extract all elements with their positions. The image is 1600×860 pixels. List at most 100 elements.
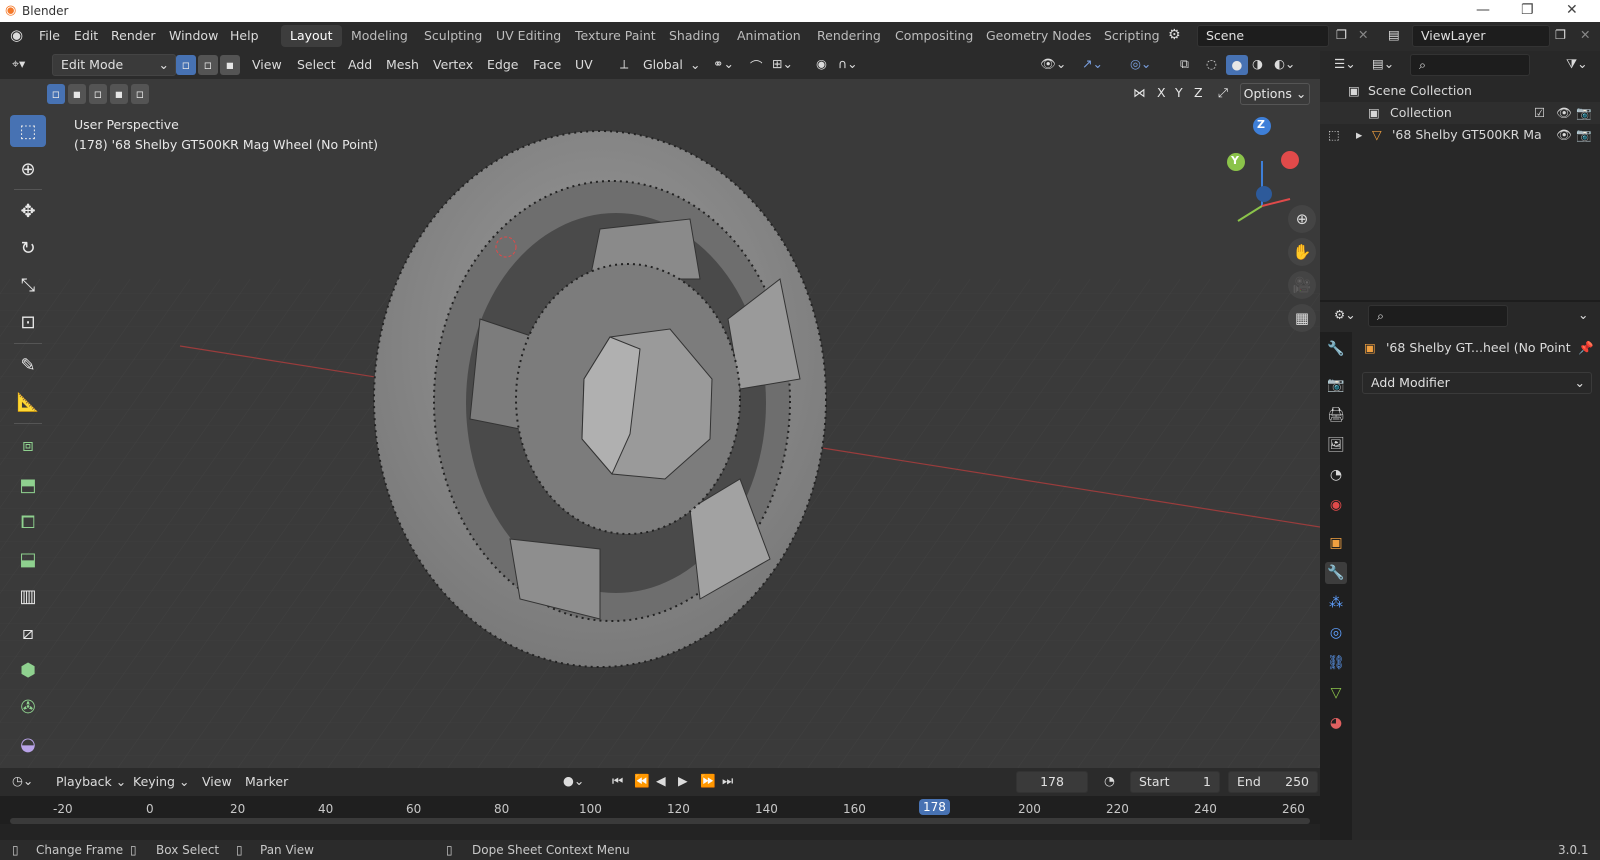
add-cube-tool-icon[interactable]: ⧈ bbox=[10, 429, 46, 461]
bevel-tool-icon[interactable]: ⬓ bbox=[10, 543, 46, 575]
particles-tab-icon[interactable]: ⁂ bbox=[1325, 592, 1347, 614]
solid-shading-button[interactable]: ● bbox=[1226, 55, 1248, 75]
menu-file[interactable]: File bbox=[39, 28, 60, 43]
rotate-tool-icon[interactable]: ↻ bbox=[10, 232, 46, 264]
mirror-z-toggle[interactable]: Z bbox=[1194, 85, 1203, 100]
eye-icon[interactable]: 👁 bbox=[1556, 124, 1572, 146]
rendered-shading-icon[interactable]: ◐⌄ bbox=[1274, 56, 1295, 71]
select-box-tool-icon[interactable]: ⬚ bbox=[10, 115, 46, 147]
render-tab-icon[interactable]: 📷 bbox=[1325, 374, 1347, 396]
menu-select[interactable]: Select bbox=[297, 57, 336, 72]
menu-edit[interactable]: Edit bbox=[74, 28, 98, 43]
transform-tool-icon[interactable]: ⊡ bbox=[10, 306, 46, 338]
box-select-extend-button[interactable]: ▪ bbox=[68, 84, 86, 104]
tab-layout[interactable]: Layout bbox=[281, 25, 342, 47]
menu-timeline-view[interactable]: View bbox=[202, 774, 232, 789]
blender-menu-icon[interactable]: ◉ bbox=[10, 26, 23, 44]
scene-tab-icon[interactable]: ◔ bbox=[1325, 464, 1347, 486]
xray-icon[interactable]: ⧉ bbox=[1180, 56, 1189, 72]
gizmo-toggle-icon[interactable]: ↗⌄ bbox=[1082, 56, 1103, 71]
current-frame-field[interactable]: 178 bbox=[1016, 771, 1088, 793]
chevron-down-icon[interactable]: ⌄ bbox=[1578, 307, 1588, 322]
jump-keyframe-forward-icon[interactable]: ⏩ bbox=[700, 773, 716, 789]
ortho-toggle-icon[interactable]: ▦ bbox=[1288, 304, 1316, 332]
snap-icon[interactable]: ⌒ bbox=[750, 56, 763, 75]
menu-vertex[interactable]: Vertex bbox=[433, 57, 473, 72]
camera-view-icon[interactable]: 🎥 bbox=[1288, 271, 1316, 299]
menu-edge[interactable]: Edge bbox=[487, 57, 518, 72]
viewport-scene[interactable] bbox=[0, 79, 1320, 768]
modifier-tab-icon[interactable]: 🔧 bbox=[1325, 562, 1347, 584]
tab-sculpting[interactable]: Sculpting bbox=[415, 25, 491, 47]
extrude-tool-icon[interactable]: ⬒ bbox=[10, 469, 46, 501]
edit-mode-icon[interactable]: ⬚ bbox=[1328, 124, 1340, 146]
world-tab-icon[interactable]: ◉ bbox=[1325, 494, 1347, 516]
gizmo-neg-z-handle[interactable] bbox=[1256, 186, 1272, 202]
new-viewlayer-icon[interactable]: ❐ bbox=[1555, 27, 1566, 42]
poly-build-tool-icon[interactable]: ⬢ bbox=[10, 654, 46, 686]
annotate-tool-icon[interactable]: ✎ bbox=[10, 349, 46, 381]
measure-tool-icon[interactable]: 📐 bbox=[10, 386, 46, 418]
start-frame-field[interactable]: Start 1 bbox=[1130, 771, 1220, 793]
menu-keying[interactable]: Keying ⌄ bbox=[133, 774, 189, 789]
box-select-new-button[interactable]: ▫ bbox=[47, 84, 65, 104]
timeline-scrollbar[interactable] bbox=[10, 818, 1310, 824]
new-scene-icon[interactable]: ❐ bbox=[1336, 27, 1347, 42]
pivot-point-icon[interactable]: ⚭⌄ bbox=[713, 56, 734, 71]
tab-uv-editing[interactable]: UV Editing bbox=[487, 25, 570, 47]
tab-animation[interactable]: Animation bbox=[728, 25, 810, 47]
scene-icon[interactable]: ⚙ bbox=[1168, 27, 1181, 43]
physics-tab-icon[interactable]: ◎ bbox=[1325, 622, 1347, 644]
scene-collection-row[interactable]: ▣ Scene Collection bbox=[1320, 80, 1600, 102]
properties-search-input[interactable]: ⌕ bbox=[1368, 305, 1508, 327]
menu-face[interactable]: Face bbox=[533, 57, 561, 72]
mirror-icon[interactable]: ⋈ bbox=[1133, 85, 1146, 100]
add-modifier-dropdown[interactable]: Add Modifier ⌄ bbox=[1362, 372, 1592, 394]
knife-tool-icon[interactable]: ⧄ bbox=[10, 617, 46, 649]
options-dropdown[interactable]: Options ⌄ bbox=[1240, 83, 1310, 105]
smooth-tool-icon[interactable]: ◒ bbox=[10, 728, 46, 760]
menu-marker[interactable]: Marker bbox=[245, 774, 288, 789]
playhead-frame[interactable]: 178 bbox=[919, 799, 950, 815]
editor-type-icon[interactable]: ⌖▾ bbox=[12, 56, 25, 72]
spin-tool-icon[interactable]: ✇ bbox=[10, 691, 46, 723]
orientation-select[interactable]: Global bbox=[643, 57, 683, 72]
tool-tab-icon[interactable]: 🔧 bbox=[1325, 338, 1347, 360]
minimize-icon[interactable]: — bbox=[1476, 2, 1490, 18]
box-select-subtract-button[interactable]: ▫ bbox=[89, 84, 107, 104]
frame-ruler[interactable]: -20 0 20 40 60 80 100 120 140 160 178 20… bbox=[0, 796, 1320, 824]
menu-help[interactable]: Help bbox=[230, 28, 259, 43]
jump-keyframe-back-icon[interactable]: ⏪ bbox=[634, 773, 650, 789]
properties-editor-type-icon[interactable]: ⚙⌄ bbox=[1334, 307, 1356, 322]
menu-render[interactable]: Render bbox=[111, 28, 156, 43]
box-select-invert-button[interactable]: ▪ bbox=[110, 84, 128, 104]
box-select-intersect-button[interactable]: ▫ bbox=[131, 84, 149, 104]
wheel-mesh[interactable] bbox=[373, 130, 827, 668]
cursor-tool-icon[interactable]: ⊕ bbox=[10, 153, 46, 185]
snap-target-icon[interactable]: ⊞⌄ bbox=[772, 56, 793, 71]
play-icon[interactable]: ▶ bbox=[678, 773, 688, 788]
viewlayer-field[interactable]: ViewLayer bbox=[1412, 25, 1550, 47]
remove-viewlayer-icon[interactable]: ✕ bbox=[1580, 27, 1590, 42]
menu-add[interactable]: Add bbox=[348, 57, 372, 72]
outliner-search-input[interactable]: ⌕ bbox=[1410, 54, 1530, 76]
face-select-mode-button[interactable]: ▪ bbox=[220, 55, 240, 75]
tab-rendering[interactable]: Rendering bbox=[808, 25, 890, 47]
mirror-x-toggle[interactable]: X bbox=[1157, 85, 1166, 100]
transform-orientation-icon[interactable]: ⟂ bbox=[620, 56, 628, 72]
vertex-select-mode-button[interactable]: ▫ bbox=[176, 55, 196, 75]
proportional-editing-icon[interactable]: ◉ bbox=[816, 56, 827, 71]
play-reverse-icon[interactable]: ◀ bbox=[656, 773, 666, 788]
loop-cut-tool-icon[interactable]: ▥ bbox=[10, 580, 46, 612]
pin-icon[interactable]: 📌 bbox=[1578, 340, 1594, 356]
overlay-toggle-icon[interactable]: ◎⌄ bbox=[1130, 56, 1151, 71]
maximize-icon[interactable]: ❐ bbox=[1521, 2, 1534, 18]
viewlayer-icon[interactable]: ▤ bbox=[1388, 27, 1400, 42]
data-tab-icon[interactable]: ▽ bbox=[1325, 682, 1347, 704]
tab-texture-paint[interactable]: Texture Paint bbox=[566, 25, 665, 47]
checkbox-icon[interactable]: ☑ bbox=[1534, 102, 1545, 124]
camera-icon[interactable]: 📷 bbox=[1576, 102, 1592, 124]
remove-scene-icon[interactable]: ✕ bbox=[1358, 27, 1368, 42]
menu-view[interactable]: View bbox=[252, 57, 282, 72]
material-shading-icon[interactable]: ◑ bbox=[1252, 56, 1263, 71]
